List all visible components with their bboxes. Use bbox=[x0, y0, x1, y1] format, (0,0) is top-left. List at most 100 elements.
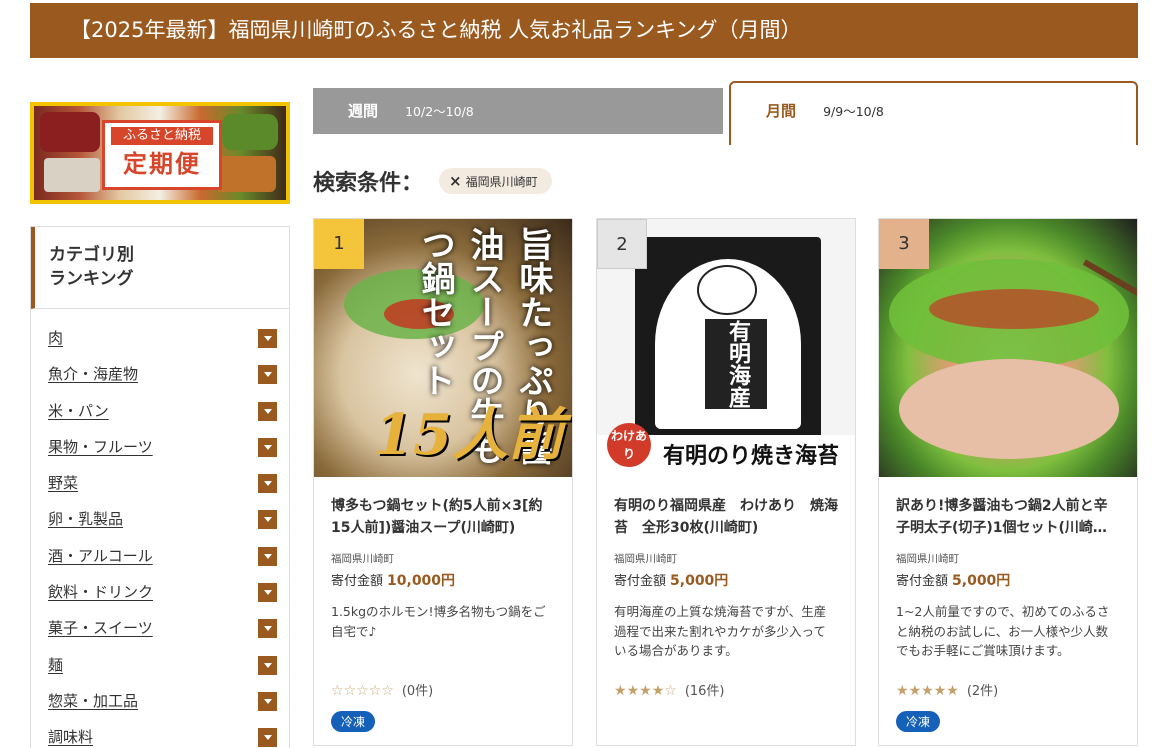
product-location-3: 福岡県川崎町 bbox=[896, 553, 959, 565]
product-rating-1: ☆☆☆☆☆ (0件) bbox=[331, 680, 555, 699]
tab-monthly[interactable]: 月間 9/9〜10/8 bbox=[729, 81, 1138, 145]
category-item[interactable]: 菓子・スイーツ bbox=[31, 613, 289, 649]
tab-weekly-label: 週間 bbox=[348, 102, 379, 120]
rating-count: (0件) bbox=[401, 684, 434, 699]
category-item[interactable]: 肉 bbox=[31, 323, 289, 359]
product-title-2[interactable]: 有明のり福岡県産 わけあり 焼海苔 全形30枚(川崎町) bbox=[614, 495, 838, 541]
rating-count: (2件) bbox=[966, 684, 999, 699]
category-ranking-heading: カテゴリ別 ランキング bbox=[31, 227, 289, 309]
product-description-3: 1~2人前量ですので、初めてのふるさと納税のお試しに、お一人様や少人数でもお手軽… bbox=[896, 604, 1110, 658]
category-link[interactable]: 米・パン bbox=[48, 402, 109, 420]
category-link[interactable]: 飲料・ドリンク bbox=[48, 583, 153, 601]
search-condition-label: 検索条件： bbox=[313, 171, 424, 196]
category-item[interactable]: 惣菜・加工品 bbox=[31, 686, 289, 722]
tab-monthly-date: 9/9〜10/8 bbox=[823, 104, 884, 119]
product-image-1-servings: 15人前 bbox=[374, 402, 564, 468]
category-item[interactable]: 果物・フルーツ bbox=[31, 432, 289, 468]
product-price-1: 10,000円 bbox=[387, 573, 456, 589]
banner-badge: ふるさと納税 定期便 bbox=[102, 120, 222, 190]
product-price-row-2: 寄付金額 5,000円 bbox=[614, 573, 729, 589]
product-rating-3: ★★★★★ (2件) bbox=[896, 680, 1120, 699]
category-link[interactable]: 調味料 bbox=[48, 728, 93, 746]
banner-big-text: 定期便 bbox=[123, 150, 201, 178]
product-title-3[interactable]: 訳あり!博多醤油もつ鍋2人前と辛子明太子(切子)1個セット(川崎… bbox=[896, 495, 1120, 541]
category-item[interactable]: 麺 bbox=[31, 650, 289, 686]
star-filled-icon: ★ bbox=[896, 683, 909, 699]
star-empty-icon: ☆ bbox=[343, 683, 357, 699]
star-empty-icon: ☆ bbox=[381, 683, 394, 699]
category-item[interactable]: 野菜 bbox=[31, 468, 289, 504]
category-item[interactable]: 酒・アルコール bbox=[31, 541, 289, 577]
product-price-2: 5,000円 bbox=[670, 573, 729, 589]
product-card-3[interactable]: 3 訳あり!博多醤油もつ鍋2人前と辛子明太子(切子)1個セット(川崎… 福岡県川… bbox=[878, 218, 1138, 746]
frozen-badge-1: 冷凍 bbox=[331, 711, 376, 732]
chevron-down-icon[interactable] bbox=[258, 365, 277, 385]
category-item[interactable]: 卵・乳製品 bbox=[31, 504, 289, 540]
product-description-2: 有明海産の上質な焼海苔ですが、生産過程で出来た割れやカケが多少入っている場合があ… bbox=[614, 604, 827, 658]
rank-badge-1: 1 bbox=[314, 219, 364, 269]
chevron-down-icon[interactable] bbox=[258, 619, 277, 639]
chevron-down-icon[interactable] bbox=[258, 546, 277, 566]
search-chip-label: 福岡県川崎町 bbox=[465, 174, 538, 189]
category-link[interactable]: 卵・乳製品 bbox=[48, 510, 123, 528]
product-price-3: 5,000円 bbox=[952, 573, 1011, 589]
chevron-down-icon[interactable] bbox=[258, 728, 277, 748]
category-item[interactable]: 調味料 bbox=[31, 722, 289, 748]
chevron-down-icon[interactable] bbox=[258, 437, 277, 457]
search-chip-kawasaki[interactable]: × 福岡県川崎町 bbox=[439, 168, 552, 194]
product-price-row-1: 寄付金額 10,000円 bbox=[331, 573, 456, 589]
category-link[interactable]: 肉 bbox=[48, 329, 63, 347]
category-item[interactable]: 飲料・ドリンク bbox=[31, 577, 289, 613]
chevron-down-icon[interactable] bbox=[258, 691, 277, 711]
chevron-down-icon[interactable] bbox=[258, 583, 277, 603]
category-link[interactable]: 果物・フルーツ bbox=[48, 438, 153, 456]
chevron-down-icon[interactable] bbox=[258, 655, 277, 675]
product-card-2[interactable]: 有明海産焼き海苔 有明のり焼き海苔 わけあり 2 有明のり福岡県産 わけあり 焼… bbox=[596, 218, 856, 746]
category-item[interactable]: 米・パン bbox=[31, 396, 289, 432]
remove-icon[interactable]: × bbox=[449, 172, 462, 190]
product-image-2-label: 有明海産焼き海苔 bbox=[665, 319, 767, 409]
tab-weekly-date: 10/2〜10/8 bbox=[405, 104, 474, 119]
frozen-badge-3: 冷凍 bbox=[896, 711, 941, 732]
tab-weekly[interactable]: 週間 10/2〜10/8 bbox=[313, 88, 723, 134]
star-empty-icon: ☆ bbox=[368, 683, 382, 699]
product-image-3[interactable]: 3 bbox=[879, 219, 1137, 477]
teiki-bin-banner[interactable]: ふるさと納税 定期便 bbox=[30, 102, 290, 204]
chevron-down-icon[interactable] bbox=[258, 474, 277, 494]
star-empty-icon: ☆ bbox=[331, 683, 344, 699]
star-filled-icon: ★ bbox=[651, 683, 665, 699]
star-empty-icon: ☆ bbox=[664, 683, 677, 699]
category-link[interactable]: 惣菜・加工品 bbox=[48, 692, 138, 710]
search-condition: 検索条件： × 福岡県川崎町 bbox=[313, 166, 552, 196]
category-link[interactable]: 菓子・スイーツ bbox=[48, 619, 153, 637]
star-filled-icon: ★ bbox=[921, 683, 934, 699]
product-location-1: 福岡県川崎町 bbox=[331, 553, 394, 565]
category-link[interactable]: 魚介・海産物 bbox=[48, 365, 138, 383]
chevron-down-icon[interactable] bbox=[258, 510, 277, 530]
star-filled-icon: ★ bbox=[639, 683, 652, 699]
star-filled-icon: ★ bbox=[933, 683, 947, 699]
chevron-down-icon[interactable] bbox=[258, 329, 277, 348]
product-location-2: 福岡県川崎町 bbox=[614, 553, 677, 565]
star-filled-icon: ★ bbox=[908, 683, 922, 699]
product-description-1: 1.5kgのホルモン!博多名物もつ鍋をご自宅で♪ bbox=[331, 604, 546, 639]
star-filled-icon: ★ bbox=[626, 683, 640, 699]
banner-image: ふるさと納税 定期便 bbox=[34, 106, 286, 200]
chevron-down-icon[interactable] bbox=[258, 401, 277, 421]
rank-badge-3: 3 bbox=[879, 219, 929, 269]
rating-count: (16件) bbox=[684, 684, 725, 699]
page-title: 【2025年最新】福岡県川崎町のふるさと納税 人気お礼品ランキング（月間） bbox=[30, 3, 1138, 58]
star-empty-icon: ☆ bbox=[356, 683, 369, 699]
category-item[interactable]: 魚介・海産物 bbox=[31, 359, 289, 395]
category-link[interactable]: 野菜 bbox=[48, 474, 78, 492]
product-title-1[interactable]: 博多もつ鍋セット(約5人前×3[約15人前])醤油スープ(川崎町) bbox=[331, 495, 555, 541]
product-rating-2: ★★★★☆ (16件) bbox=[614, 680, 838, 699]
product-card-1[interactable]: 旨味たっぷり醤油スープの牛もつ鍋セット 15人前 1 博多もつ鍋セット(約5人前… bbox=[313, 218, 573, 746]
category-ranking-box: カテゴリ別 ランキング 肉魚介・海産物 米・パン果物・フルーツ 野菜卵・乳製品酒・ア… bbox=[30, 226, 290, 748]
product-image-1[interactable]: 旨味たっぷり醤油スープの牛もつ鍋セット 15人前 1 bbox=[314, 219, 572, 477]
star-filled-icon: ★ bbox=[614, 683, 627, 699]
product-image-2-badge: わけあり bbox=[607, 423, 651, 467]
product-image-2[interactable]: 有明海産焼き海苔 有明のり焼き海苔 わけあり 2 bbox=[597, 219, 855, 477]
category-link[interactable]: 麺 bbox=[48, 656, 63, 674]
category-link[interactable]: 酒・アルコール bbox=[48, 547, 153, 565]
